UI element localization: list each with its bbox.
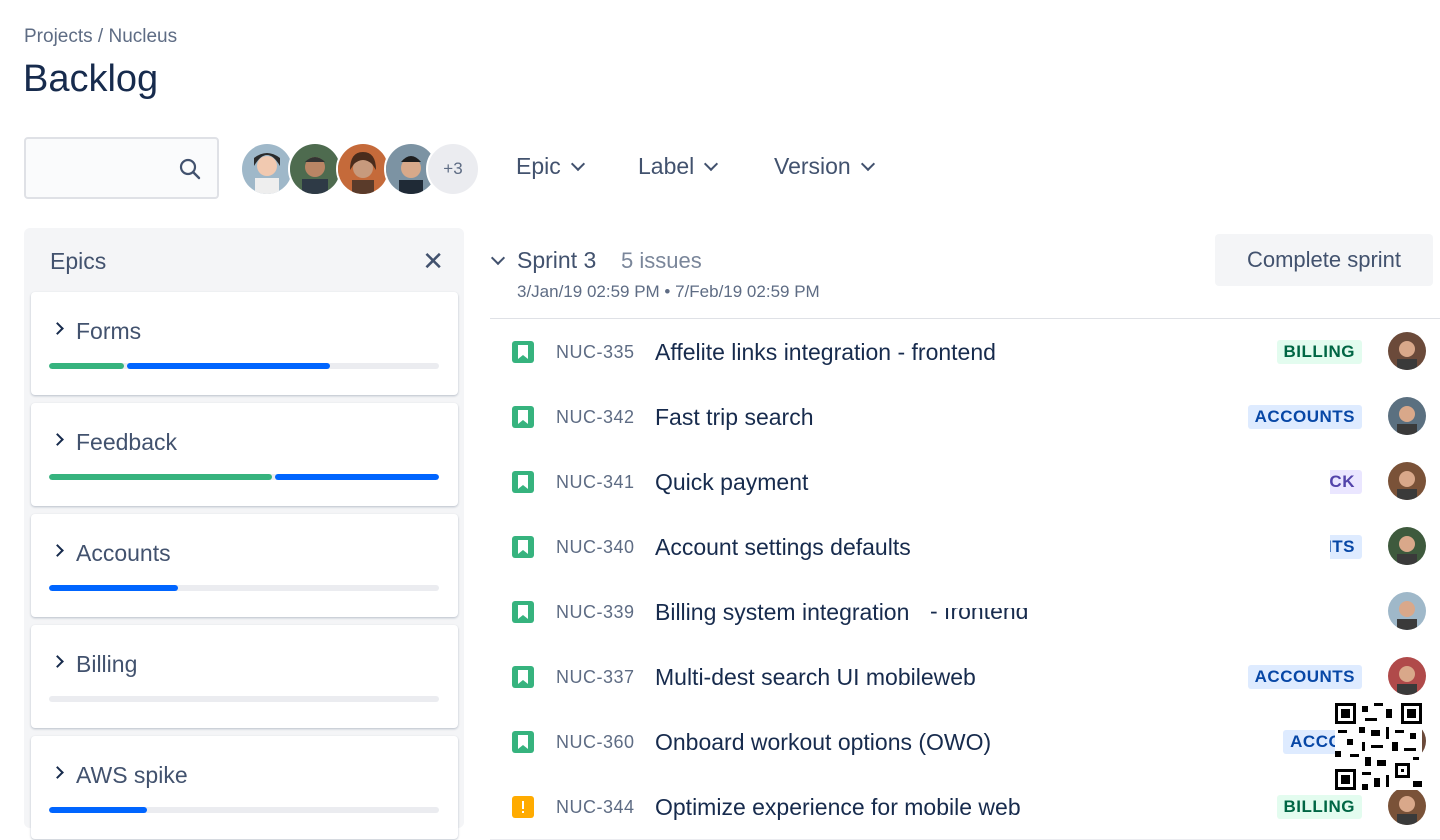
epic-progress-bar (49, 807, 439, 813)
search-input[interactable] (36, 153, 180, 185)
story-type-icon (512, 731, 534, 753)
epic-progress-bar (49, 696, 439, 702)
epic-card-feedback[interactable]: Feedback (31, 403, 458, 506)
avatar[interactable] (288, 142, 342, 196)
epic-name: Accounts (76, 540, 171, 566)
issue-key[interactable]: NUC-340 (556, 537, 635, 558)
epic-card-billing[interactable]: Billing (31, 625, 458, 728)
progress-in-progress-segment (275, 474, 439, 480)
sprint-name: Sprint 3 (517, 247, 597, 273)
avatar[interactable] (336, 142, 390, 196)
issue-row[interactable]: NUC-335 Affelite links integration - fron… (490, 319, 1440, 385)
issue-key[interactable]: NUC-341 (556, 472, 635, 493)
chevron-down-icon (570, 156, 585, 171)
epics-panel: Epics ✕ Forms Feedback Accounts Billing … (24, 228, 464, 839)
more-avatars-badge[interactable]: +3 (426, 142, 480, 196)
assignee-avatar[interactable] (1388, 462, 1426, 500)
issue-row[interactable]: NUC-360 Onboard workout options (OWO) ACCO… (490, 709, 1440, 775)
epic-card-accounts[interactable]: Accounts (31, 514, 458, 617)
issue-key[interactable]: NUC-342 (556, 407, 635, 428)
issue-list: NUC-335 Affelite links integration - fron… (490, 318, 1440, 840)
assignee-avatar[interactable] (1388, 527, 1426, 565)
progress-in-progress-segment (49, 807, 147, 813)
issue-key[interactable]: NUC-339 (556, 602, 635, 623)
assignee-avatar[interactable] (1388, 787, 1426, 825)
issue-summary: Billing system integration (655, 599, 910, 625)
epics-panel-title: Epics (50, 248, 107, 274)
issue-key[interactable]: NUC-335 (556, 342, 635, 363)
story-type-icon (512, 406, 534, 428)
issue-summary: Fast trip search (655, 404, 814, 430)
epic-card-aws-spike[interactable]: AWS spike (31, 736, 458, 839)
chevron-right-icon (51, 322, 64, 335)
epic-progress-bar (49, 363, 439, 369)
issue-summary: Multi-dest search UI mobileweb (655, 664, 976, 690)
story-type-icon (512, 666, 534, 688)
epic-progress-bar (49, 474, 439, 480)
search-icon[interactable] (179, 158, 201, 185)
progress-done-segment (49, 363, 124, 369)
sprint-dates: 3/Jan/19 02:59 PM • 7/Feb/19 02:59 PM (517, 282, 820, 301)
close-icon[interactable]: ✕ (422, 246, 444, 277)
epic-name: Feedback (76, 429, 178, 455)
story-type-icon (512, 471, 534, 493)
complete-sprint-button[interactable]: Complete sprint (1215, 234, 1433, 286)
story-type-icon (512, 601, 534, 623)
story-type-icon (512, 536, 534, 558)
issue-row[interactable]: NUC-337 Multi-dest search UI mobileweb ACC… (490, 644, 1440, 710)
chevron-down-icon[interactable] (490, 250, 506, 266)
search-box[interactable] (24, 137, 219, 199)
progress-in-progress-segment (127, 363, 330, 369)
version-filter[interactable]: Version (774, 153, 875, 180)
epic-label: ACCOUNTS (1247, 665, 1362, 689)
issue-summary: Quick payment (655, 469, 809, 495)
epic-label: BILLING (1276, 340, 1362, 364)
issue-row[interactable]: NUC-342 Fast trip search ACCOUNTS (490, 384, 1440, 450)
epic-name: AWS spike (76, 762, 188, 788)
version-filter-label: Version (774, 153, 851, 179)
page-title: Backlog (23, 58, 159, 100)
issue-summary: Affelite links integration - frontend (655, 339, 996, 365)
epic-card-forms[interactable]: Forms (31, 292, 458, 395)
bug-type-icon (512, 796, 534, 818)
issue-summary: Account settings defaults (655, 534, 911, 560)
chevron-right-icon (51, 655, 64, 668)
progress-in-progress-segment (49, 585, 178, 591)
breadcrumb[interactable]: Projects / Nucleus (24, 26, 177, 48)
epic-label: BILLING (1276, 795, 1362, 819)
epic-name: Billing (76, 651, 138, 677)
epic-filter-label: Epic (516, 153, 561, 179)
sprint-issue-count: 5 issues (621, 248, 702, 273)
epic-label: ACCOUNTS (1247, 405, 1362, 429)
chevron-right-icon (51, 766, 64, 779)
label-filter-label: Label (638, 153, 695, 179)
issue-summary: Onboard workout options (OWO) (655, 729, 992, 755)
progress-done-segment (49, 474, 272, 480)
assignee-avatar[interactable] (1388, 332, 1426, 370)
issue-summary: Optimize experience for mobile web (655, 794, 1021, 820)
qr-code (1335, 703, 1422, 790)
assignee-avatar[interactable] (1388, 592, 1426, 630)
issue-key[interactable]: NUC-344 (556, 797, 635, 818)
label-filter[interactable]: Label (638, 153, 719, 180)
issue-key[interactable]: NUC-337 (556, 667, 635, 688)
avatar[interactable] (240, 142, 294, 196)
chevron-down-icon (704, 156, 719, 171)
epic-filter[interactable]: Epic (516, 153, 585, 180)
assignee-avatar[interactable] (1388, 657, 1426, 695)
issue-key[interactable]: NUC-360 (556, 732, 635, 753)
epic-name: Forms (76, 318, 142, 344)
chevron-down-icon (860, 156, 875, 171)
epic-progress-bar (49, 585, 439, 591)
chevron-right-icon (51, 433, 64, 446)
issue-row[interactable]: NUC-344 Optimize experience for mobile we… (490, 774, 1440, 840)
story-type-icon (512, 341, 534, 363)
assignee-avatar[interactable] (1388, 397, 1426, 435)
chevron-right-icon (51, 544, 64, 557)
drag-placeholder (932, 450, 1330, 576)
